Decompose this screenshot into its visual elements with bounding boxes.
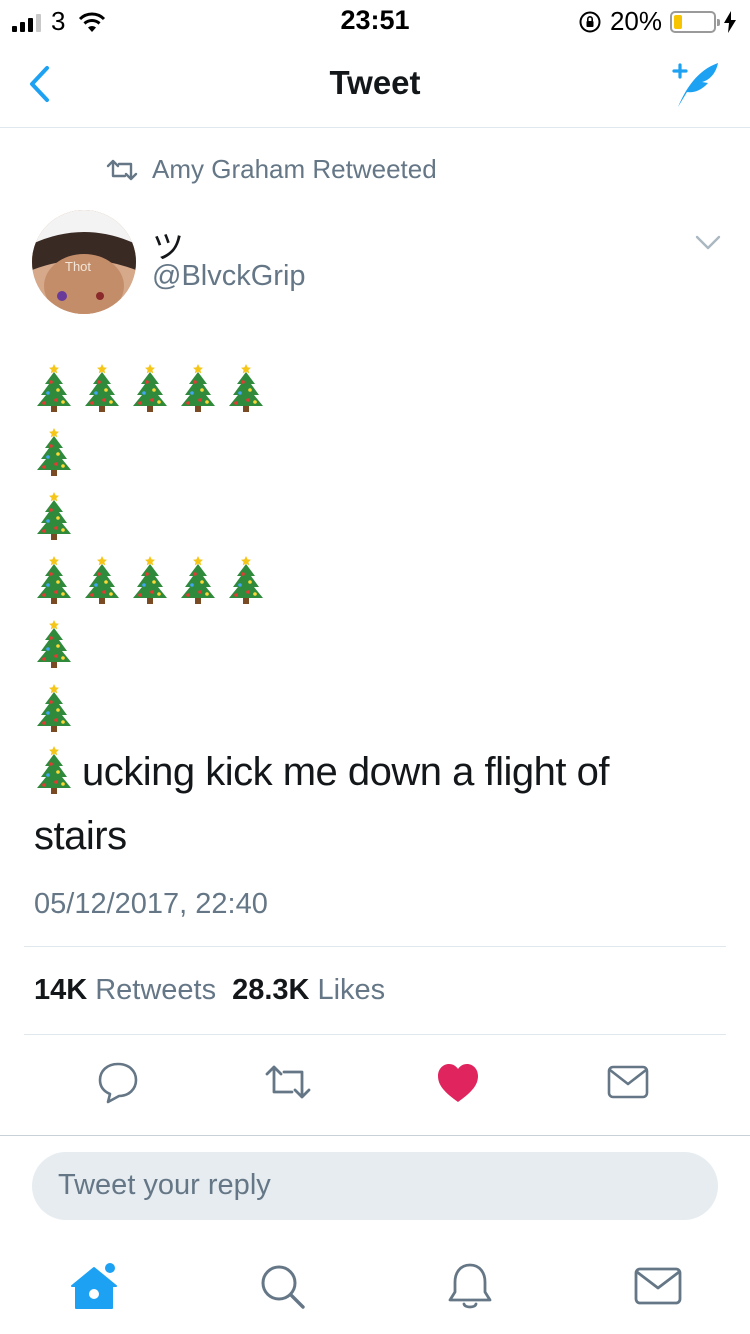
- christmas-tree-emoji: [37, 684, 71, 732]
- nav-bar: Tweet: [0, 40, 750, 128]
- christmas-tree-emoji: [85, 556, 119, 604]
- christmas-tree-emoji: [37, 428, 71, 476]
- tree-row: [34, 548, 724, 612]
- christmas-tree-emoji: [229, 556, 263, 604]
- retweet-context-label: Amy Graham Retweeted: [152, 154, 437, 184]
- reply-placeholder: Tweet your reply: [58, 1169, 271, 1201]
- christmas-tree-emoji: [229, 364, 263, 412]
- christmas-tree-emoji: [37, 364, 71, 412]
- battery-icon: [670, 10, 720, 33]
- christmas-tree-emoji: [133, 556, 167, 604]
- tree-emoji-block: [34, 356, 724, 740]
- author-handle[interactable]: @BlvckGrip: [152, 260, 306, 293]
- compose-tweet-button[interactable]: [668, 58, 722, 110]
- tree-row: [34, 612, 724, 676]
- divider: [24, 1034, 726, 1035]
- christmas-tree-emoji: [181, 364, 215, 412]
- search-icon[interactable]: [254, 1258, 310, 1314]
- tweet-text-line-2: stairs: [34, 814, 127, 858]
- retweets-count: 14K: [34, 974, 88, 1006]
- charging-bolt-icon: [724, 10, 736, 33]
- status-bar: 3 23:51 20%: [0, 0, 750, 40]
- christmas-tree-emoji: [181, 556, 215, 604]
- chevron-down-icon[interactable]: [694, 228, 722, 256]
- tweet-timestamp: 05/12/2017, 22:40: [34, 888, 268, 920]
- avatar[interactable]: Thot: [32, 210, 136, 314]
- page-title: Tweet: [329, 64, 421, 101]
- tab-bar: [0, 1244, 750, 1334]
- likes-stat[interactable]: 28.3K Likes: [232, 974, 385, 1007]
- reply-icon[interactable]: [94, 1058, 142, 1106]
- tree-row: [34, 676, 724, 740]
- retweet-icon: [106, 159, 138, 180]
- retweet-context[interactable]: Amy Graham Retweeted: [106, 154, 437, 185]
- like-icon[interactable]: [434, 1058, 482, 1106]
- tree-row: [34, 420, 724, 484]
- tweet-text-line: ucking kick me down a flight of: [82, 749, 609, 794]
- tree-emoji-inline: [34, 744, 82, 801]
- tweet-stats: 14K Retweets 28.3K Likes: [34, 974, 385, 1007]
- messages-icon[interactable]: [630, 1258, 686, 1314]
- retweet-icon[interactable]: [264, 1058, 312, 1106]
- christmas-tree-emoji: [133, 364, 167, 412]
- home-icon[interactable]: [66, 1258, 122, 1314]
- christmas-tree-emoji: [37, 556, 71, 604]
- direct-message-icon[interactable]: [604, 1058, 652, 1106]
- divider: [24, 946, 726, 947]
- likes-label: Likes: [317, 974, 386, 1006]
- christmas-tree-emoji: [37, 745, 71, 794]
- retweets-stat[interactable]: 14K Retweets: [34, 974, 216, 1007]
- battery-percent: 20%: [609, 6, 662, 36]
- tweet-actions: [0, 1044, 750, 1124]
- svg-text:Thot: Thot: [65, 259, 91, 274]
- notifications-icon[interactable]: [442, 1258, 498, 1314]
- tree-row: [34, 356, 724, 420]
- christmas-tree-emoji: [37, 620, 71, 668]
- tweet-text: ucking kick me down a flight of stairs: [34, 356, 724, 868]
- christmas-tree-emoji: [85, 364, 119, 412]
- retweets-label: Retweets: [95, 974, 217, 1006]
- christmas-tree-emoji: [37, 492, 71, 540]
- section-separator: [0, 1124, 750, 1136]
- tree-row: [34, 484, 724, 548]
- likes-count: 28.3K: [232, 974, 310, 1006]
- orientation-lock-icon: [579, 11, 601, 32]
- reply-input[interactable]: Tweet your reply: [32, 1152, 718, 1220]
- tweet-line: ucking kick me down a flight of: [34, 740, 724, 804]
